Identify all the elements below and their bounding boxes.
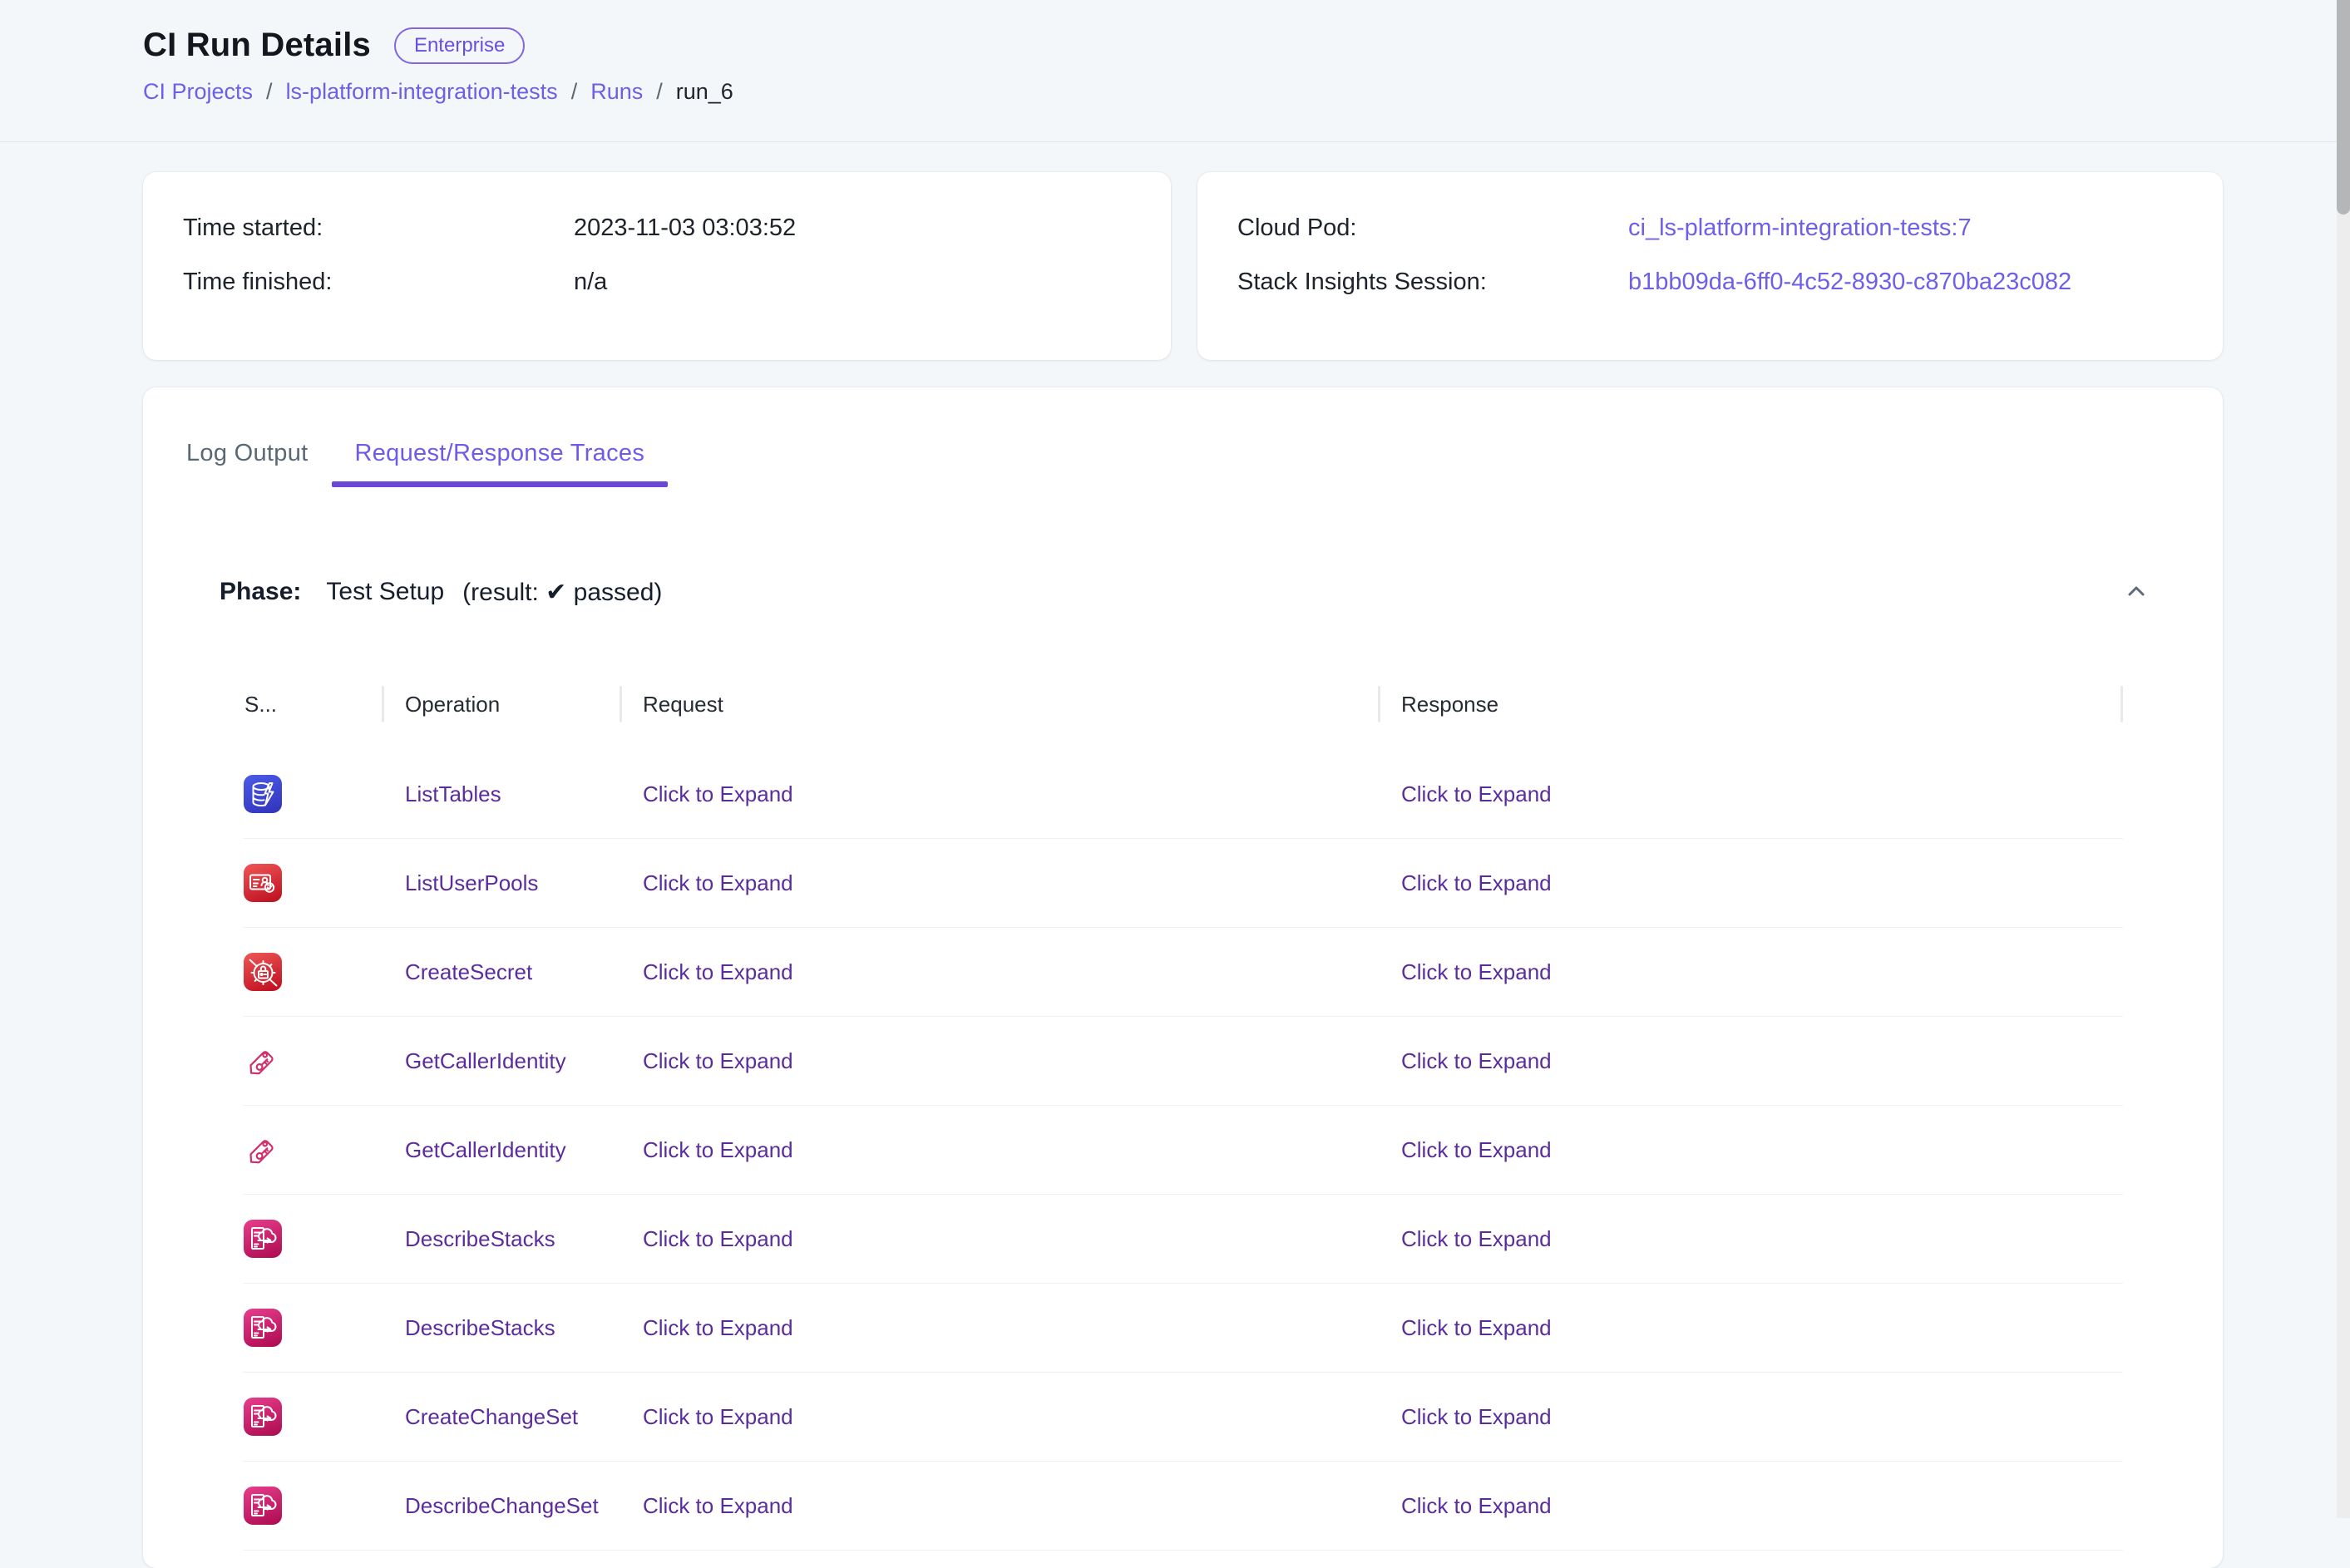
response-expand-link[interactable]: Click to Expand (1401, 1493, 1552, 1518)
scrollbar-track[interactable] (2337, 0, 2350, 1518)
request-expand-link[interactable]: Click to Expand (643, 1137, 793, 1162)
breadcrumb-separator: / (571, 79, 578, 105)
trace-table-body: ListTables Click to Expand Click to Expa… (243, 750, 2123, 1551)
operation-label: ListUserPools (384, 870, 622, 896)
tabs: Log OutputRequest/Response Traces (163, 419, 2203, 487)
table-row: DescribeStacks Click to Expand Click to … (243, 1195, 2123, 1284)
request-expand-link[interactable]: Click to Expand (643, 959, 793, 984)
cloudformation-icon (244, 1487, 282, 1525)
service-icon-cell (243, 1131, 384, 1169)
breadcrumb-item: run_6 (676, 79, 733, 105)
service-icon-cell (243, 775, 384, 813)
response-expand-link[interactable]: Click to Expand (1401, 959, 1552, 984)
response-expand-link[interactable]: Click to Expand (1401, 1137, 1552, 1162)
table-row: GetCallerIdentity Click to Expand Click … (243, 1017, 2123, 1106)
run-times-card-body: Time started:2023-11-03 03:03:52Time fin… (143, 172, 1171, 297)
sts-icon (244, 1042, 282, 1080)
request-expand-link[interactable]: Click to Expand (643, 870, 793, 895)
page-title: CI Run Details (143, 27, 371, 64)
phase-name: Test Setup (326, 578, 444, 606)
scrollbar-thumb[interactable] (2337, 0, 2350, 214)
operation-label: DescribeStacks (384, 1315, 622, 1341)
breadcrumb: CI Projects / ls-platform-integration-test… (143, 79, 733, 105)
table-row: GetCallerIdentity Click to Expand Click … (243, 1106, 2123, 1195)
cloudformation-icon (244, 1398, 282, 1436)
info-value: 2023-11-03 03:03:52 (574, 214, 1131, 243)
response-expand-link[interactable]: Click to Expand (1401, 870, 1552, 895)
phase-result: (result: ✔ passed) (462, 578, 662, 607)
service-icon-cell (243, 953, 384, 991)
info-label: Time finished: (183, 268, 574, 297)
service-icon-cell (243, 1220, 384, 1258)
operation-label: ListTables (384, 782, 622, 807)
table-row: ListUserPools Click to Expand Click to E… (243, 839, 2123, 928)
breadcrumb-item[interactable]: ls-platform-integration-tests (286, 79, 558, 105)
request-expand-link[interactable]: Click to Expand (643, 1226, 793, 1251)
info-label: Cloud Pod: (1237, 214, 1628, 243)
breadcrumb-separator: / (656, 79, 663, 105)
request-expand-link[interactable]: Click to Expand (643, 782, 793, 806)
cloudformation-icon (244, 1309, 282, 1347)
table-row: DescribeStacks Click to Expand Click to … (243, 1284, 2123, 1373)
column-header: Operation (384, 675, 622, 733)
column-header: Request (622, 675, 1380, 733)
tab-request-response-traces[interactable]: Request/Response Traces (332, 419, 669, 487)
response-expand-link[interactable]: Click to Expand (1401, 1404, 1552, 1429)
service-icon-cell (243, 1309, 384, 1347)
tab-log-output[interactable]: Log Output (163, 419, 332, 487)
operation-label: GetCallerIdentity (384, 1137, 622, 1163)
service-icon-cell (243, 1042, 384, 1080)
operation-label: DescribeStacks (384, 1226, 622, 1252)
enterprise-badge: Enterprise (394, 27, 525, 64)
secretsmanager-icon (244, 953, 282, 991)
table-row: DescribeChangeSet Click to Expand Click … (243, 1462, 2123, 1551)
info-value-link[interactable]: ci_ls-platform-integration-tests:7 (1628, 214, 2183, 243)
info-value-link[interactable]: b1bb09da-6ff0-4c52-8930-c870ba23c082 (1628, 268, 2183, 297)
table-row: CreateChangeSet Click to Expand Click to… (243, 1373, 2123, 1462)
column-header: S... (243, 675, 384, 733)
operation-label: GetCallerIdentity (384, 1048, 622, 1074)
column-header: Response (1380, 675, 2123, 733)
response-expand-link[interactable]: Click to Expand (1401, 1315, 1552, 1340)
phase-label: Phase: (220, 578, 301, 606)
info-label: Time started: (183, 214, 574, 243)
traces-card: Log OutputRequest/Response Traces Phase:… (143, 387, 2223, 1568)
service-icon-cell (243, 1398, 384, 1436)
dynamodb-icon (244, 775, 282, 813)
request-expand-link[interactable]: Click to Expand (643, 1315, 793, 1340)
phase-header[interactable]: Phase: Test Setup (result: ✔ passed) (220, 567, 2156, 617)
run-links-card-body: Cloud Pod:ci_ls-platform-integration-tes… (1197, 172, 2223, 297)
run-links-card: Cloud Pod:ci_ls-platform-integration-tes… (1197, 172, 2223, 360)
operation-label: CreateChangeSet (384, 1404, 622, 1430)
run-times-card: Time started:2023-11-03 03:03:52Time fin… (143, 172, 1171, 360)
sts-icon (244, 1131, 282, 1169)
info-label: Stack Insights Session: (1237, 268, 1628, 297)
request-expand-link[interactable]: Click to Expand (643, 1404, 793, 1429)
collapse-phase-button[interactable] (2116, 572, 2156, 612)
breadcrumb-separator: / (266, 79, 273, 105)
operation-label: CreateSecret (384, 959, 622, 985)
table-row: ListTables Click to Expand Click to Expa… (243, 750, 2123, 839)
breadcrumb-item[interactable]: CI Projects (143, 79, 253, 105)
response-expand-link[interactable]: Click to Expand (1401, 1048, 1552, 1073)
operation-label: DescribeChangeSet (384, 1493, 622, 1519)
chevron-up-icon (2122, 577, 2150, 608)
request-expand-link[interactable]: Click to Expand (643, 1048, 793, 1073)
response-expand-link[interactable]: Click to Expand (1401, 782, 1552, 806)
trace-table-header: S...OperationRequestResponse (243, 675, 2123, 733)
page-header: CI Run Details Enterprise CI Projects / ls… (0, 0, 2337, 142)
table-row: CreateSecret Click to Expand Click to Ex… (243, 928, 2123, 1017)
breadcrumb-item[interactable]: Runs (590, 79, 643, 105)
cloudformation-icon (244, 1220, 282, 1258)
info-value: n/a (574, 268, 1131, 297)
service-icon-cell (243, 864, 384, 902)
request-expand-link[interactable]: Click to Expand (643, 1493, 793, 1518)
response-expand-link[interactable]: Click to Expand (1401, 1226, 1552, 1251)
cognito-icon (244, 864, 282, 902)
service-icon-cell (243, 1487, 384, 1525)
